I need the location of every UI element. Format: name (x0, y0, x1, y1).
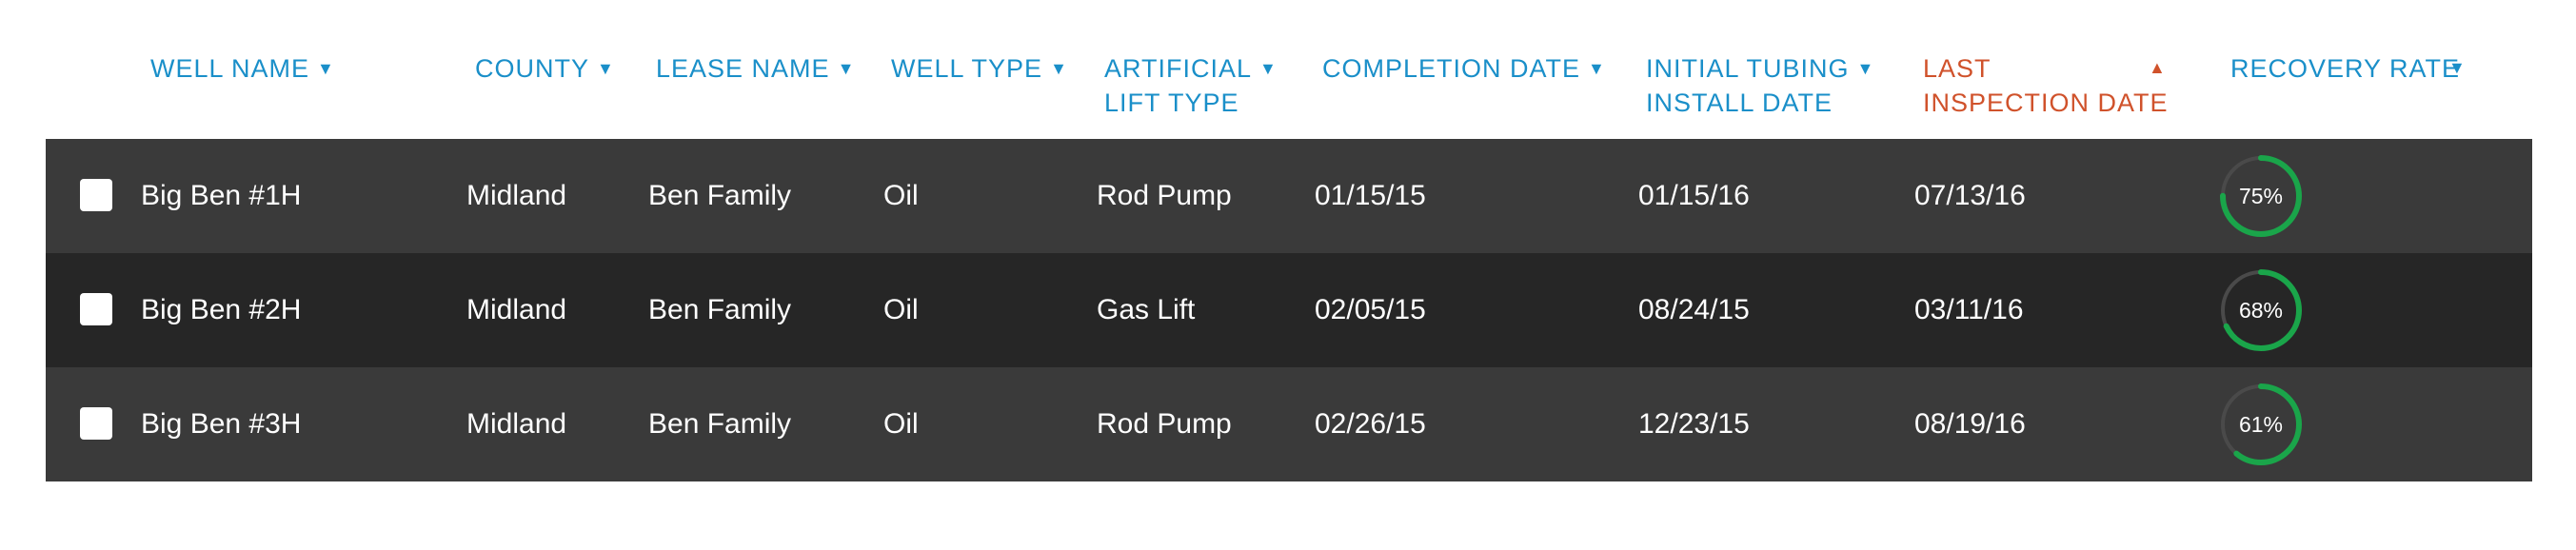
wells-table: WELL NAME ▼ COUNTY ▼ LEASE NAME ▼ WELL TYPE… (0, 0, 2576, 550)
column-header-county[interactable]: COUNTY ▼ (475, 51, 615, 86)
column-header-label: LEASE NAME (656, 54, 830, 83)
column-header-label: WELL TYPE (891, 54, 1043, 83)
row-checkbox[interactable] (80, 179, 112, 211)
column-header-label: ARTIFICIAL (1104, 54, 1253, 83)
lift-type-cell: Gas Lift (1097, 294, 1196, 325)
initial-tubing-install-date-cell: 08/24/15 (1638, 294, 1750, 325)
sort-down-icon: ▼ (1856, 59, 1875, 78)
well-name-cell[interactable]: Big Ben #3H (141, 367, 301, 481)
initial-tubing-install-date-cell: 12/23/15 (1638, 408, 1750, 440)
column-header-well-type[interactable]: WELL TYPE ▼ (891, 51, 1068, 86)
well-type-cell: Oil (883, 408, 919, 440)
column-header-label: INITIAL TUBING (1646, 54, 1850, 83)
last-inspection-date-cell: 03/11/16 (1914, 294, 2024, 325)
row-checkbox[interactable] (80, 407, 112, 440)
well-type-cell: Oil (883, 294, 919, 325)
column-header-label: LAST (1923, 54, 1991, 83)
sort-down-icon[interactable]: ▼ (2448, 58, 2466, 78)
well-type-cell: Oil (883, 180, 919, 211)
column-header-last-inspection-date[interactable]: LAST INSPECTION DATE (1923, 51, 2169, 120)
sort-down-icon: ▼ (597, 59, 615, 78)
lease-name-cell: Ben Family (648, 180, 792, 211)
column-header-label: COMPLETION DATE (1322, 54, 1581, 83)
table-header: WELL NAME ▼ COUNTY ▼ LEASE NAME ▼ WELL TYPE… (0, 0, 2576, 139)
column-header-label-line2: LIFT TYPE (1104, 88, 1239, 117)
table-row[interactable]: Big Ben #3H Midland Ben Family Oil Rod P… (46, 367, 2532, 481)
county-cell: Midland (466, 180, 567, 211)
sort-down-icon: ▼ (1050, 59, 1068, 78)
county-cell: Midland (466, 294, 567, 325)
lift-type-cell: Rod Pump (1097, 180, 1232, 211)
column-header-label: WELL NAME (150, 54, 310, 83)
column-header-well-name[interactable]: WELL NAME ▼ (150, 51, 335, 86)
column-header-recovery-rate[interactable]: RECOVERY RATE (2230, 51, 2460, 86)
column-header-label-line2: INSPECTION DATE (1923, 88, 2169, 117)
lease-name-cell: Ben Family (648, 408, 792, 440)
last-inspection-date-cell: 08/19/16 (1914, 408, 2026, 440)
well-name-cell[interactable]: Big Ben #1H (141, 139, 301, 253)
column-header-completion-date[interactable]: COMPLETION DATE ▼ (1322, 51, 1606, 86)
lift-type-cell: Rod Pump (1097, 408, 1232, 440)
column-header-label: COUNTY (475, 54, 589, 83)
sort-down-icon: ▼ (837, 59, 856, 78)
lease-name-cell: Ben Family (648, 294, 792, 325)
sort-down-icon: ▼ (1588, 59, 1606, 78)
column-header-lease-name[interactable]: LEASE NAME ▼ (656, 51, 855, 86)
table-row[interactable]: Big Ben #2H Midland Ben Family Oil Gas L… (46, 253, 2532, 367)
sort-down-icon: ▼ (1259, 59, 1278, 78)
recovery-rate-label: 68% (2238, 298, 2284, 323)
initial-tubing-install-date-cell: 01/15/16 (1638, 180, 1750, 211)
sort-up-icon[interactable]: ▲ (2149, 58, 2166, 78)
table-row[interactable]: Big Ben #1H Midland Ben Family Oil Rod P… (46, 139, 2532, 253)
recovery-rate-label: 61% (2238, 412, 2284, 437)
recovery-rate-gauge: 75% (2218, 153, 2304, 239)
recovery-rate-label: 75% (2238, 184, 2284, 208)
county-cell: Midland (466, 408, 567, 440)
last-inspection-date-cell: 07/13/16 (1914, 180, 2026, 211)
table-body: Big Ben #1H Midland Ben Family Oil Rod P… (46, 139, 2532, 481)
column-header-artificial-lift-type[interactable]: ARTIFICIAL ▼ LIFT TYPE (1104, 51, 1278, 120)
sort-down-icon: ▼ (317, 59, 335, 78)
recovery-rate-gauge: 68% (2218, 267, 2304, 353)
column-header-label-line2: INSTALL DATE (1646, 88, 1833, 117)
completion-date-cell: 02/05/15 (1315, 294, 1426, 325)
row-checkbox[interactable] (80, 293, 112, 325)
well-name-cell[interactable]: Big Ben #2H (141, 253, 301, 367)
completion-date-cell: 02/26/15 (1315, 408, 1426, 440)
column-header-initial-tubing-install-date[interactable]: INITIAL TUBING ▼ INSTALL DATE (1646, 51, 1874, 120)
column-header-label: RECOVERY RATE (2230, 54, 2461, 83)
completion-date-cell: 01/15/15 (1315, 180, 1426, 211)
recovery-rate-gauge: 61% (2218, 382, 2304, 467)
